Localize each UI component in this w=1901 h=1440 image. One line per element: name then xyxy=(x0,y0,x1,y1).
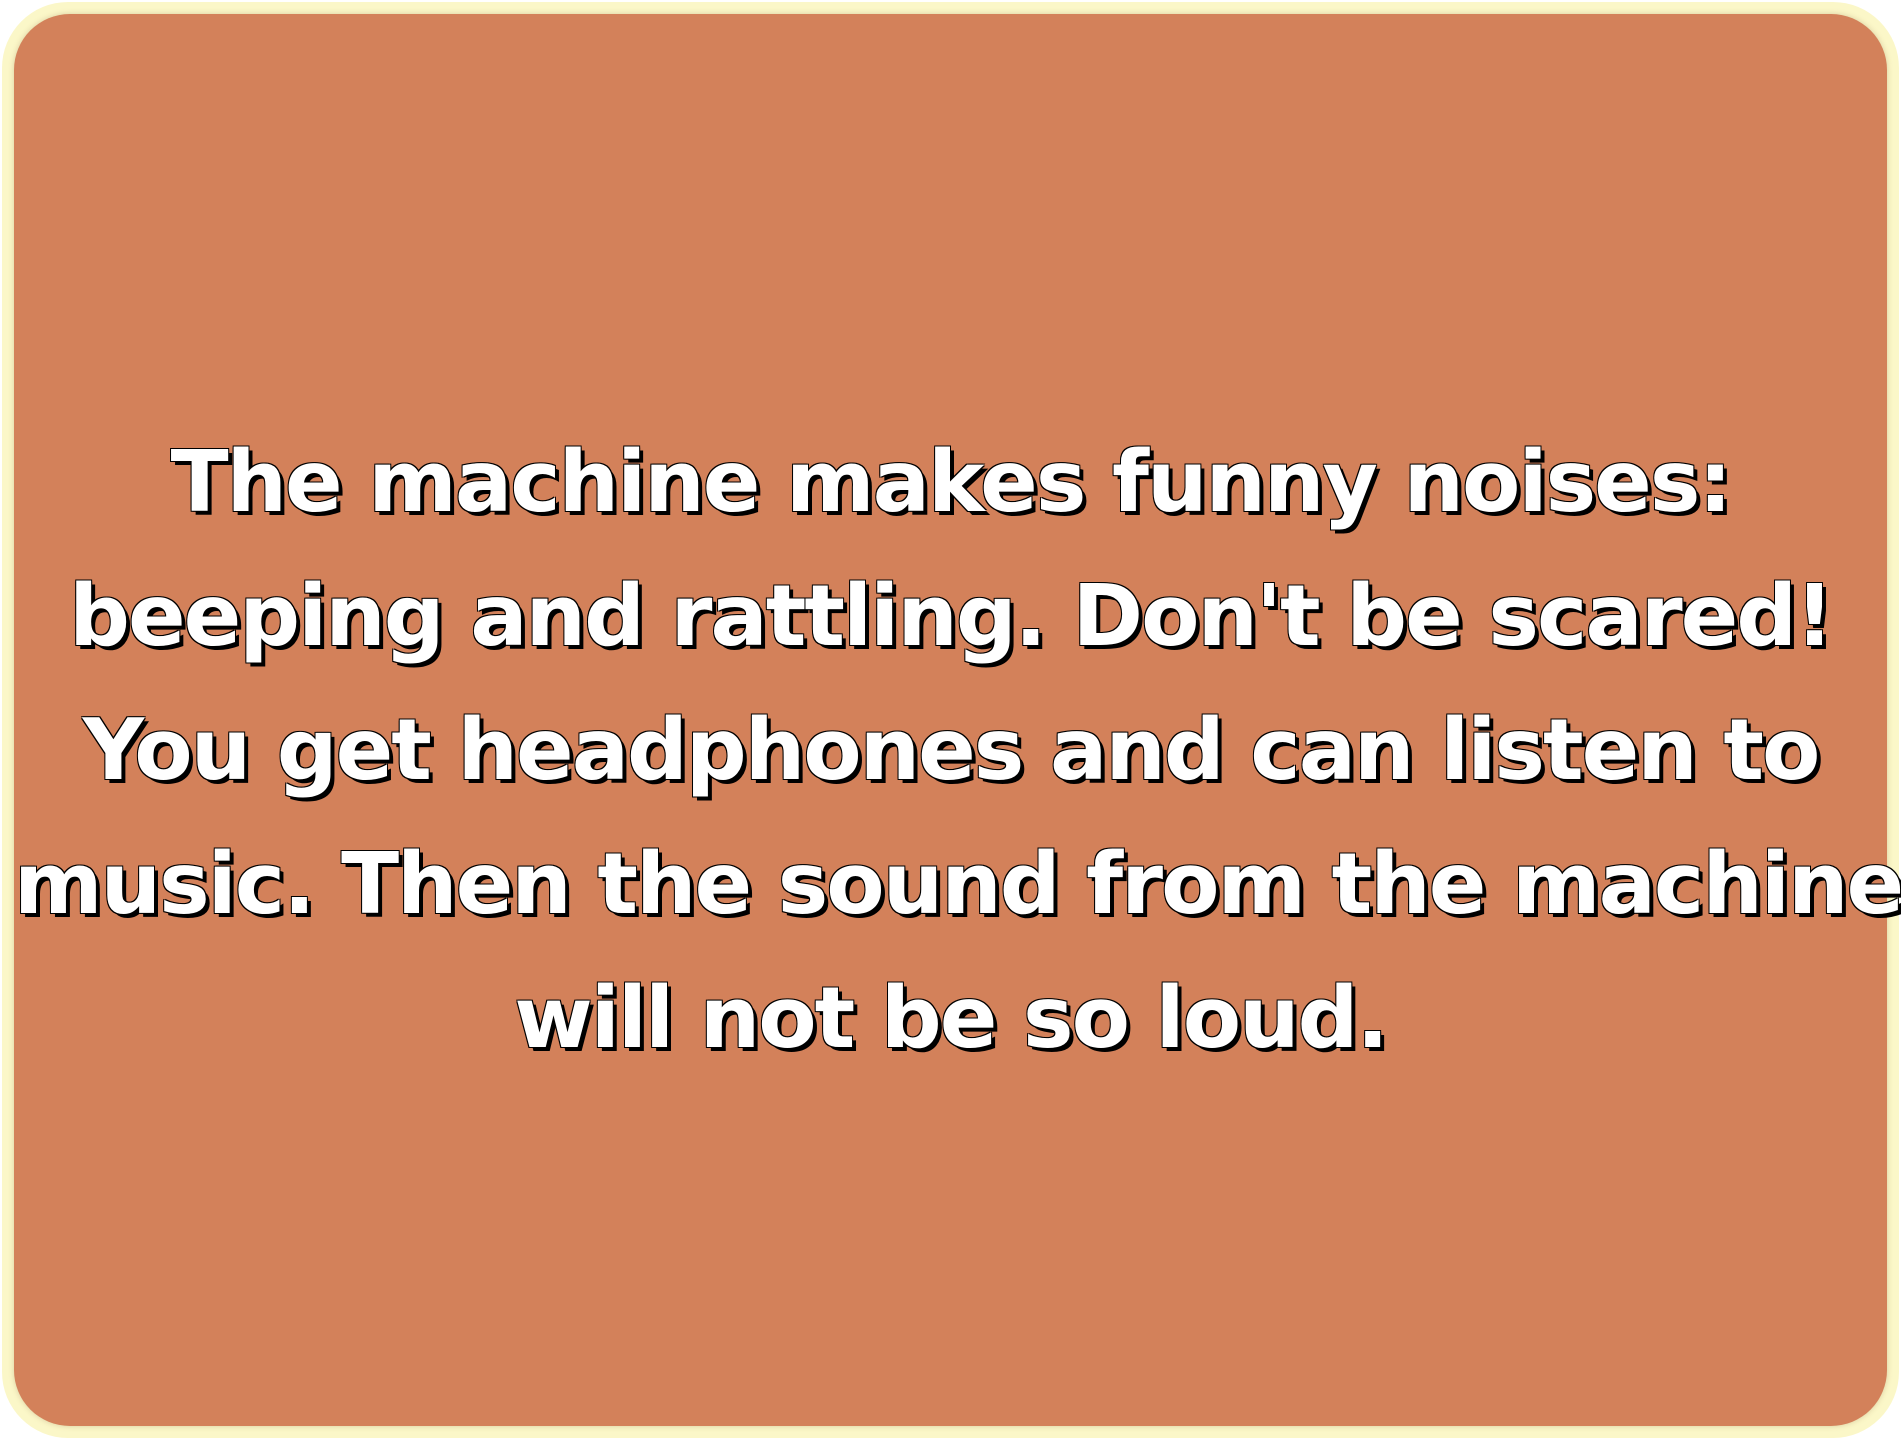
message-line: You get headphones and can listen to xyxy=(82,701,1821,800)
message-text: The machine makes funny noises: beeping … xyxy=(14,416,1901,1086)
message-line: music. Then the sound from the machine xyxy=(14,835,1901,934)
message-line: beeping and rattling. Don't be scared! xyxy=(69,567,1834,666)
message-line: The machine makes funny noises: xyxy=(170,433,1733,532)
card-border: The machine makes funny noises: beeping … xyxy=(2,2,1901,1438)
message-line: will not be so loud. xyxy=(514,969,1389,1068)
message-card: The machine makes funny noises: beeping … xyxy=(14,14,1901,1426)
